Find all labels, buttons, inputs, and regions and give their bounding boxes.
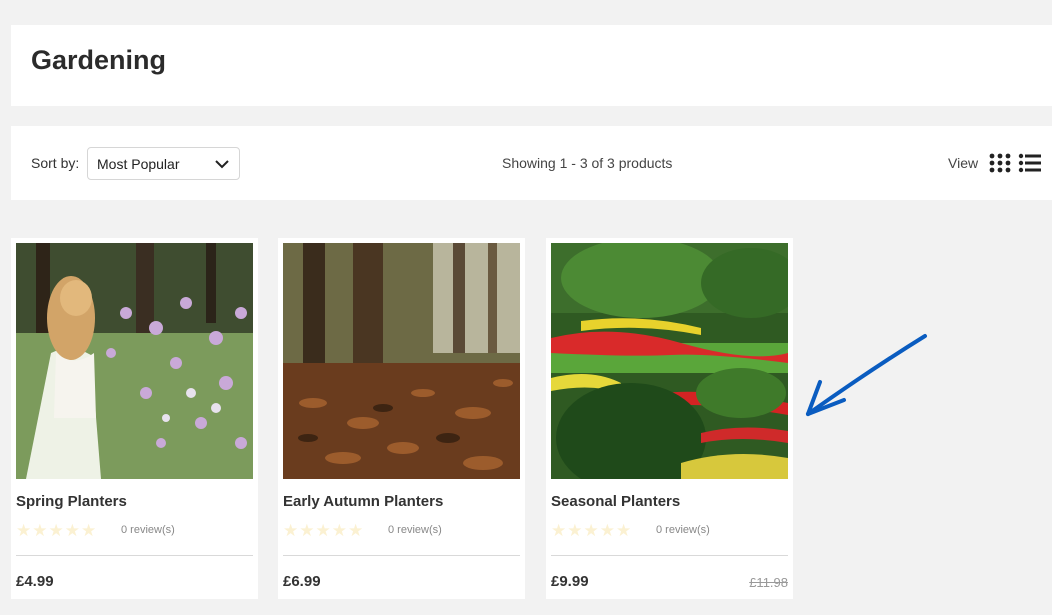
product-image[interactable] — [551, 243, 788, 479]
divider — [16, 555, 253, 556]
grid-view-icon[interactable] — [989, 153, 1011, 173]
arrow-annotation-icon — [806, 334, 927, 416]
product-image[interactable] — [283, 243, 520, 479]
product-image[interactable] — [16, 243, 253, 479]
sort-select[interactable]: Most Popular — [87, 147, 240, 180]
list-view-icon[interactable] — [1018, 153, 1042, 173]
product-card[interactable]: Early Autumn Planters ★★★★★ 0 review(s) … — [278, 238, 525, 599]
product-toolbar: Sort by: Most Popular Showing 1 - 3 of 3… — [11, 126, 1052, 200]
product-price: £4.99 — [16, 573, 54, 590]
product-photo-autumn — [283, 243, 520, 479]
product-name[interactable]: Seasonal Planters — [551, 493, 680, 510]
rating-stars: ★★★★★ — [16, 521, 98, 540]
rating-stars: ★★★★★ — [551, 521, 633, 540]
sort-value: Most Popular — [97, 156, 180, 172]
page-header: Gardening — [11, 25, 1052, 106]
product-photo-spring — [16, 243, 253, 479]
rating-stars: ★★★★★ — [283, 521, 365, 540]
chevron-down-icon — [215, 160, 229, 169]
divider — [551, 555, 788, 556]
product-photo-seasonal — [551, 243, 788, 479]
sort-label: Sort by: — [31, 155, 80, 171]
results-count: Showing 1 - 3 of 3 products — [502, 155, 673, 171]
review-count[interactable]: 0 review(s) — [388, 524, 442, 536]
product-card[interactable]: Seasonal Planters ★★★★★ 0 review(s) £9.9… — [546, 238, 793, 599]
product-price: £9.99 — [551, 573, 589, 590]
original-price: £11.98 — [749, 575, 788, 590]
divider — [283, 555, 520, 556]
product-card[interactable]: Spring Planters ★★★★★ 0 review(s) £4.99 — [11, 238, 258, 599]
review-count[interactable]: 0 review(s) — [656, 524, 710, 536]
view-label: View — [948, 155, 979, 171]
review-count[interactable]: 0 review(s) — [121, 524, 175, 536]
product-name[interactable]: Spring Planters — [16, 493, 127, 510]
product-name[interactable]: Early Autumn Planters — [283, 493, 443, 510]
product-price: £6.99 — [283, 573, 321, 590]
page-title: Gardening — [31, 45, 167, 75]
